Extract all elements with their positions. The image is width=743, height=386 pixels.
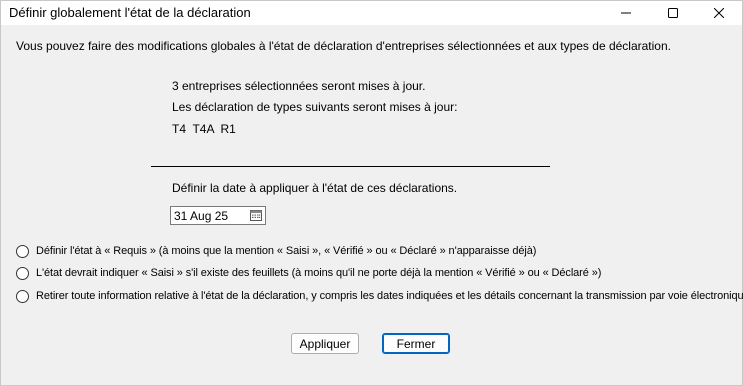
types-intro: Les déclaration de types suivants seront…	[172, 100, 458, 114]
dialog-window: Définir globalement l'état de la déclara…	[0, 0, 743, 386]
option-entered[interactable]: L'état devrait indiquer « Saisi » s'il e…	[16, 265, 601, 281]
calendar-icon[interactable]	[250, 209, 262, 224]
separator-line	[151, 166, 550, 167]
return-types: T4 T4A R1	[172, 122, 236, 136]
option-label: L'état devrait indiquer « Saisi » s'il e…	[36, 267, 602, 279]
radio-button[interactable]	[16, 244, 29, 258]
intro-text: Vous pouvez faire des modifications glob…	[16, 39, 671, 53]
window-title: Définir globalement l'état de la déclara…	[9, 5, 251, 20]
companies-summary: 3 entreprises sélectionnées seront mises…	[172, 79, 426, 93]
option-label: Retirer toute information relative à l'é…	[36, 290, 743, 302]
option-required[interactable]: Définir l'état à « Requis » (à moins que…	[16, 243, 536, 259]
dialog-content: Vous pouvez faire des modifications glob…	[1, 25, 743, 385]
close-button[interactable]: Fermer	[382, 333, 450, 354]
maximize-icon	[668, 8, 678, 18]
radio-button[interactable]	[16, 266, 29, 280]
date-picker[interactable]: 31 Aug 25	[170, 206, 266, 225]
close-icon	[714, 8, 724, 18]
radio-button[interactable]	[16, 289, 29, 303]
date-value[interactable]: 31 Aug 25	[174, 209, 228, 223]
apply-button[interactable]: Appliquer	[291, 333, 359, 354]
minimize-icon	[621, 12, 631, 14]
date-label: Définir la date à appliquer à l'état de …	[172, 181, 458, 195]
option-clear[interactable]: Retirer toute information relative à l'é…	[16, 288, 743, 304]
maximize-button[interactable]	[650, 1, 696, 25]
minimize-button[interactable]	[603, 1, 649, 25]
option-label: Définir l'état à « Requis » (à moins que…	[36, 245, 537, 257]
close-window-button[interactable]	[696, 1, 742, 25]
title-bar[interactable]: Définir globalement l'état de la déclara…	[1, 1, 742, 25]
